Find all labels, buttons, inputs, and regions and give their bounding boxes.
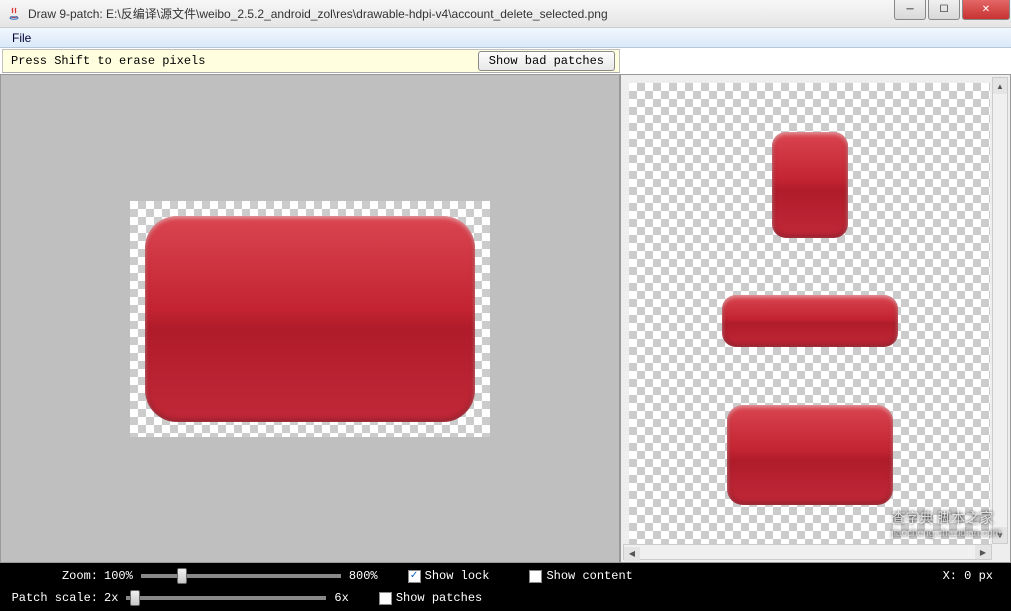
cursor-coordinates: X: 0 px — [943, 569, 993, 583]
scroll-right-icon[interactable]: ▶ — [975, 545, 991, 559]
nine-patch-image — [145, 216, 475, 422]
maximize-button[interactable]: ☐ — [928, 0, 960, 20]
show-lock-checkbox[interactable]: ✓ — [408, 570, 421, 583]
preview-stretch-horizontal — [722, 295, 898, 347]
scale-slider-thumb[interactable] — [130, 590, 140, 606]
scroll-up-icon[interactable]: ▲ — [993, 78, 1007, 94]
window-titlebar: Draw 9-patch: E:\反编译\源文件\weibo_2.5.2_and… — [0, 0, 1011, 28]
scale-max: 6x — [334, 591, 348, 605]
preview-scrollbar-horizontal[interactable]: ◀ ▶ — [623, 544, 992, 560]
close-button[interactable]: ✕ — [962, 0, 1010, 20]
show-patches-checkbox[interactable] — [379, 592, 392, 605]
show-content-checkbox[interactable] — [529, 570, 542, 583]
window-controls: ─ ☐ ✕ — [893, 0, 1011, 27]
hint-toolbar: Press Shift to erase pixels Show bad pat… — [2, 49, 620, 73]
scroll-down-icon[interactable]: ▼ — [993, 527, 1007, 543]
menu-file[interactable]: File — [4, 29, 39, 47]
show-patches-label: Show patches — [396, 591, 482, 605]
minimize-button[interactable]: ─ — [894, 0, 926, 20]
edit-panel[interactable] — [0, 74, 620, 563]
show-bad-patches-button[interactable]: Show bad patches — [478, 51, 615, 71]
scale-min: 2x — [104, 591, 118, 605]
bottom-bar: Zoom: 100% 800% ✓ Show lock Show content… — [0, 563, 1011, 611]
main-area: ▲ ▼ ◀ ▶ — [0, 74, 1011, 563]
show-content-label: Show content — [546, 569, 632, 583]
zoom-min: 100% — [104, 569, 133, 583]
scale-slider[interactable] — [126, 596, 326, 600]
hint-text: Press Shift to erase pixels — [7, 54, 205, 68]
preview-panel: ▲ ▼ ◀ ▶ — [620, 74, 1011, 563]
zoom-slider[interactable] — [141, 574, 341, 578]
show-lock-label: Show lock — [425, 569, 490, 583]
edit-canvas[interactable] — [130, 201, 490, 437]
zoom-label: Zoom: — [8, 569, 98, 583]
preview-scrollbar-vertical[interactable]: ▲ ▼ — [992, 77, 1008, 544]
preview-stretch-both — [727, 405, 893, 505]
menubar: File — [0, 28, 1011, 48]
preview-canvas — [629, 83, 990, 554]
scroll-left-icon[interactable]: ◀ — [624, 547, 640, 561]
zoom-max: 800% — [349, 569, 378, 583]
scale-label: Patch scale: — [8, 591, 98, 605]
zoom-slider-thumb[interactable] — [177, 568, 187, 584]
java-icon — [6, 6, 22, 22]
window-title: Draw 9-patch: E:\反编译\源文件\weibo_2.5.2_and… — [28, 5, 893, 22]
preview-stretch-vertical — [772, 132, 848, 238]
